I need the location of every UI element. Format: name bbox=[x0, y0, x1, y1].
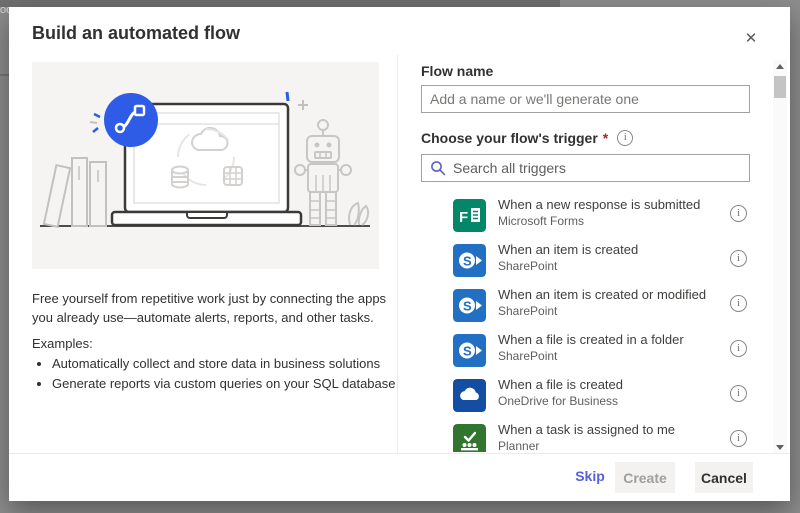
trigger-item-onedrive-file[interactable]: When a file is created OneDrive for Busi… bbox=[421, 373, 752, 418]
trigger-list: F When a new response is submitted Micro… bbox=[421, 193, 752, 452]
trigger-label: Choose your flow's trigger bbox=[421, 130, 598, 146]
flow-form-panel: Flow name Choose your flow's trigger * i… bbox=[421, 7, 752, 453]
illustration-graphic bbox=[32, 62, 379, 269]
trigger-item-forms-response[interactable]: F When a new response is submitted Micro… bbox=[421, 193, 752, 238]
trigger-title: When a file is created in a folder bbox=[498, 332, 713, 347]
trigger-title: When an item is created bbox=[498, 242, 713, 257]
scroll-down-icon[interactable] bbox=[773, 440, 787, 454]
trigger-subtitle: SharePoint bbox=[498, 304, 557, 318]
scrollbar-thumb[interactable] bbox=[774, 76, 786, 98]
examples-label: Examples: bbox=[32, 336, 93, 351]
info-icon[interactable]: i bbox=[730, 295, 747, 312]
trigger-title: When a task is assigned to me bbox=[498, 422, 713, 437]
trigger-subtitle: SharePoint bbox=[498, 259, 557, 273]
required-marker: * bbox=[603, 130, 608, 146]
scrollbar[interactable] bbox=[773, 60, 787, 454]
trigger-subtitle: Planner bbox=[498, 439, 539, 452]
sharepoint-icon: S bbox=[453, 334, 486, 367]
svg-text:S: S bbox=[463, 299, 472, 314]
svg-text:S: S bbox=[463, 344, 472, 359]
trigger-search-box bbox=[421, 154, 750, 182]
sharepoint-icon: S bbox=[453, 244, 486, 277]
svg-text:F: F bbox=[459, 209, 468, 226]
svg-text:S: S bbox=[463, 254, 472, 269]
search-icon bbox=[430, 160, 446, 176]
trigger-subtitle: Microsoft Forms bbox=[498, 214, 584, 228]
scroll-up-icon[interactable] bbox=[773, 60, 787, 74]
trigger-item-planner-task[interactable]: When a task is assigned to me Planner i bbox=[421, 418, 752, 452]
trigger-label-row: Choose your flow's trigger * i bbox=[421, 130, 633, 146]
trigger-item-sp-file-folder[interactable]: S When a file is created in a folder Sha… bbox=[421, 328, 752, 373]
books-drawing bbox=[44, 158, 106, 227]
trigger-subtitle: SharePoint bbox=[498, 349, 557, 363]
sharepoint-icon: S bbox=[453, 289, 486, 322]
info-icon[interactable]: i bbox=[730, 430, 747, 447]
background-page-strip bbox=[0, 0, 560, 7]
skip-button[interactable]: Skip bbox=[565, 459, 615, 493]
trigger-item-sp-item-modified[interactable]: S When an item is created or modified Sh… bbox=[421, 283, 752, 328]
microsoft-forms-icon: F bbox=[453, 199, 486, 232]
trigger-subtitle: OneDrive for Business bbox=[498, 394, 618, 408]
cancel-button[interactable]: Cancel bbox=[695, 462, 753, 493]
column-divider bbox=[397, 55, 398, 453]
flow-name-input[interactable] bbox=[421, 85, 750, 113]
build-automated-flow-dialog: Build an automated flow ✕ bbox=[9, 7, 790, 501]
background-page-line bbox=[0, 74, 9, 76]
footer-divider bbox=[9, 453, 790, 454]
info-icon[interactable]: i bbox=[730, 340, 747, 357]
info-icon[interactable]: i bbox=[730, 205, 747, 222]
dialog-title: Build an automated flow bbox=[32, 23, 240, 44]
planner-icon bbox=[453, 424, 486, 452]
trigger-title: When a new response is submitted bbox=[498, 197, 713, 212]
example-item: Automatically collect and store data in … bbox=[52, 354, 420, 374]
create-button[interactable]: Create bbox=[615, 462, 675, 493]
flow-illustration bbox=[32, 62, 379, 269]
examples-list: Automatically collect and store data in … bbox=[32, 354, 420, 393]
flow-name-label: Flow name bbox=[421, 63, 493, 79]
trigger-title: When an item is created or modified bbox=[498, 287, 713, 302]
info-icon[interactable]: i bbox=[730, 385, 747, 402]
onedrive-icon bbox=[453, 379, 486, 412]
info-icon[interactable]: i bbox=[617, 130, 633, 146]
info-icon[interactable]: i bbox=[730, 250, 747, 267]
search-triggers-input[interactable] bbox=[453, 156, 749, 180]
trigger-title: When a file is created bbox=[498, 377, 713, 392]
example-item: Generate reports via custom queries on y… bbox=[52, 374, 420, 394]
trigger-item-sp-item-created[interactable]: S When an item is created SharePoint i bbox=[421, 238, 752, 283]
dialog-description: Free yourself from repetitive work just … bbox=[32, 289, 394, 327]
robot-drawing bbox=[294, 120, 368, 225]
